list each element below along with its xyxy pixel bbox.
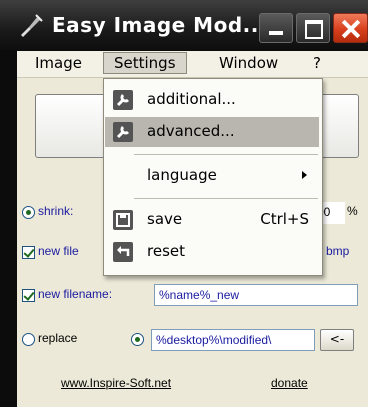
menu-separator	[134, 154, 318, 155]
menu-item-save[interactable]: save Ctrl+S	[105, 205, 319, 235]
menu-bar: Image Settings Window ?	[17, 51, 368, 78]
close-button[interactable]	[333, 13, 368, 43]
menu-item-label: language	[147, 166, 217, 184]
new-filename-input[interactable]: %name%_new	[154, 284, 358, 306]
shrink-radio[interactable]	[22, 206, 35, 219]
menu-item-additional[interactable]: additional...	[105, 85, 319, 115]
menu-settings[interactable]: Settings	[103, 52, 187, 74]
save-icon	[113, 210, 133, 230]
menu-item-shortcut: Ctrl+S	[260, 210, 309, 228]
shrink-label: shrink:	[38, 204, 74, 218]
menu-window[interactable]: Window	[215, 54, 282, 72]
website-link[interactable]: www.Inspire-Soft.net	[61, 376, 171, 390]
maximize-button[interactable]	[296, 13, 330, 43]
percent-sign: %	[347, 204, 358, 218]
menu-help[interactable]: ?	[309, 54, 325, 72]
new-file-label: new file	[38, 244, 79, 258]
new-filename-checkbox[interactable]	[22, 289, 35, 302]
settings-dropdown-menu: additional... advanced... language save …	[103, 78, 323, 276]
wrench-icon	[113, 122, 133, 142]
new-filename-label: new filename:	[38, 287, 113, 301]
menu-item-advanced[interactable]: advanced...	[105, 117, 319, 147]
reset-icon	[113, 242, 133, 262]
format-suffix: bmp	[326, 244, 350, 258]
replace-label: replace	[38, 331, 78, 345]
browse-button[interactable]: <-	[320, 329, 354, 351]
menu-item-label: additional...	[147, 90, 236, 108]
menu-separator	[134, 198, 318, 199]
window-title: Easy Image Mod...	[52, 13, 267, 37]
output-folder-radio[interactable]	[131, 333, 144, 346]
menu-item-label: reset	[147, 242, 185, 260]
new-file-checkbox[interactable]	[22, 246, 35, 259]
output-path-input[interactable]: %desktop%\modified\	[151, 329, 315, 351]
menu-item-label: advanced...	[147, 122, 235, 140]
replace-radio[interactable]	[22, 333, 35, 346]
donate-link[interactable]: donate	[271, 376, 308, 390]
menu-item-language[interactable]: language	[105, 161, 319, 191]
menu-item-reset[interactable]: reset	[105, 237, 319, 267]
menu-item-label: save	[147, 210, 183, 228]
wrench-icon	[113, 90, 133, 110]
title-bar[interactable]: Easy Image Mod...	[0, 0, 368, 50]
menu-image[interactable]: Image	[31, 54, 86, 72]
paint-brush-icon	[18, 13, 44, 39]
minimize-button[interactable]	[259, 13, 293, 43]
submenu-arrow-icon	[302, 171, 307, 179]
